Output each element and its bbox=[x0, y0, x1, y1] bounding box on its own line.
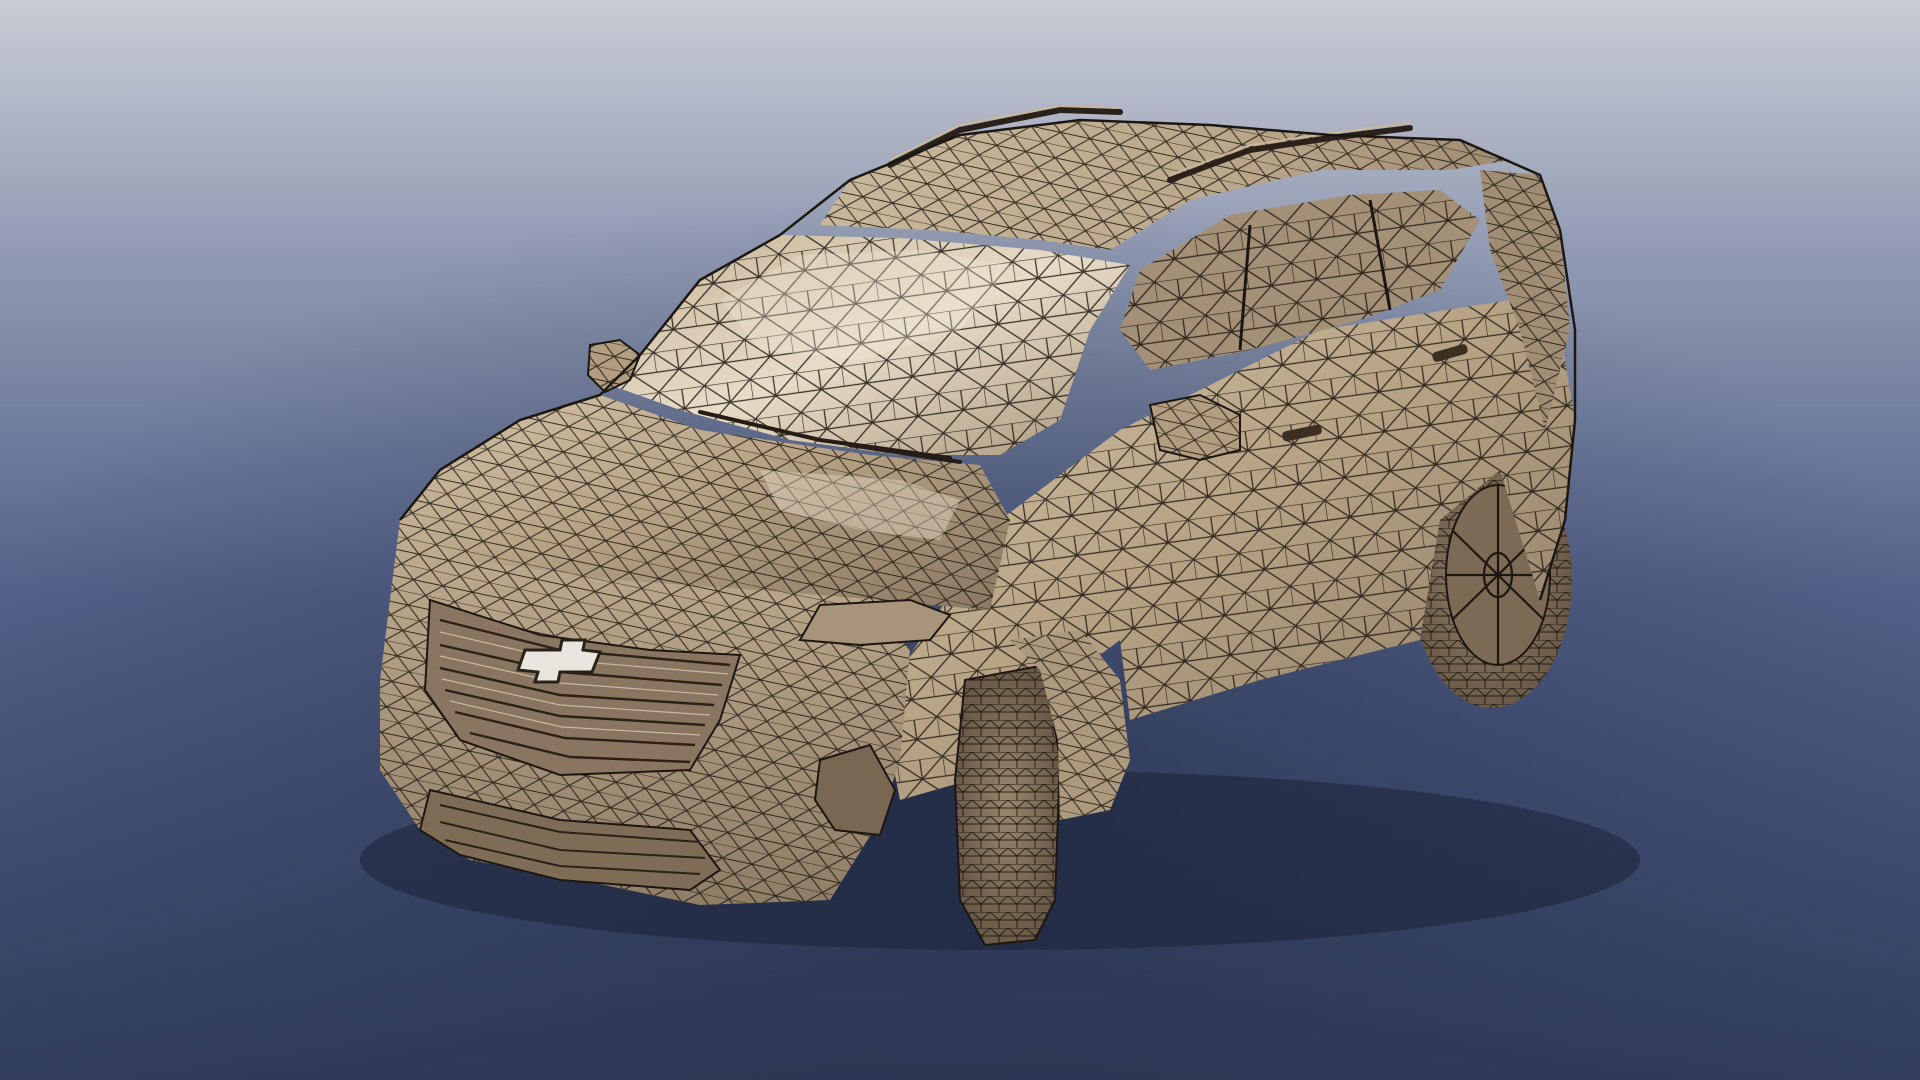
headlight bbox=[798, 598, 952, 647]
viewport bbox=[0, 0, 1920, 1080]
render-canvas bbox=[0, 0, 1920, 1080]
front-wheel bbox=[953, 663, 1062, 947]
